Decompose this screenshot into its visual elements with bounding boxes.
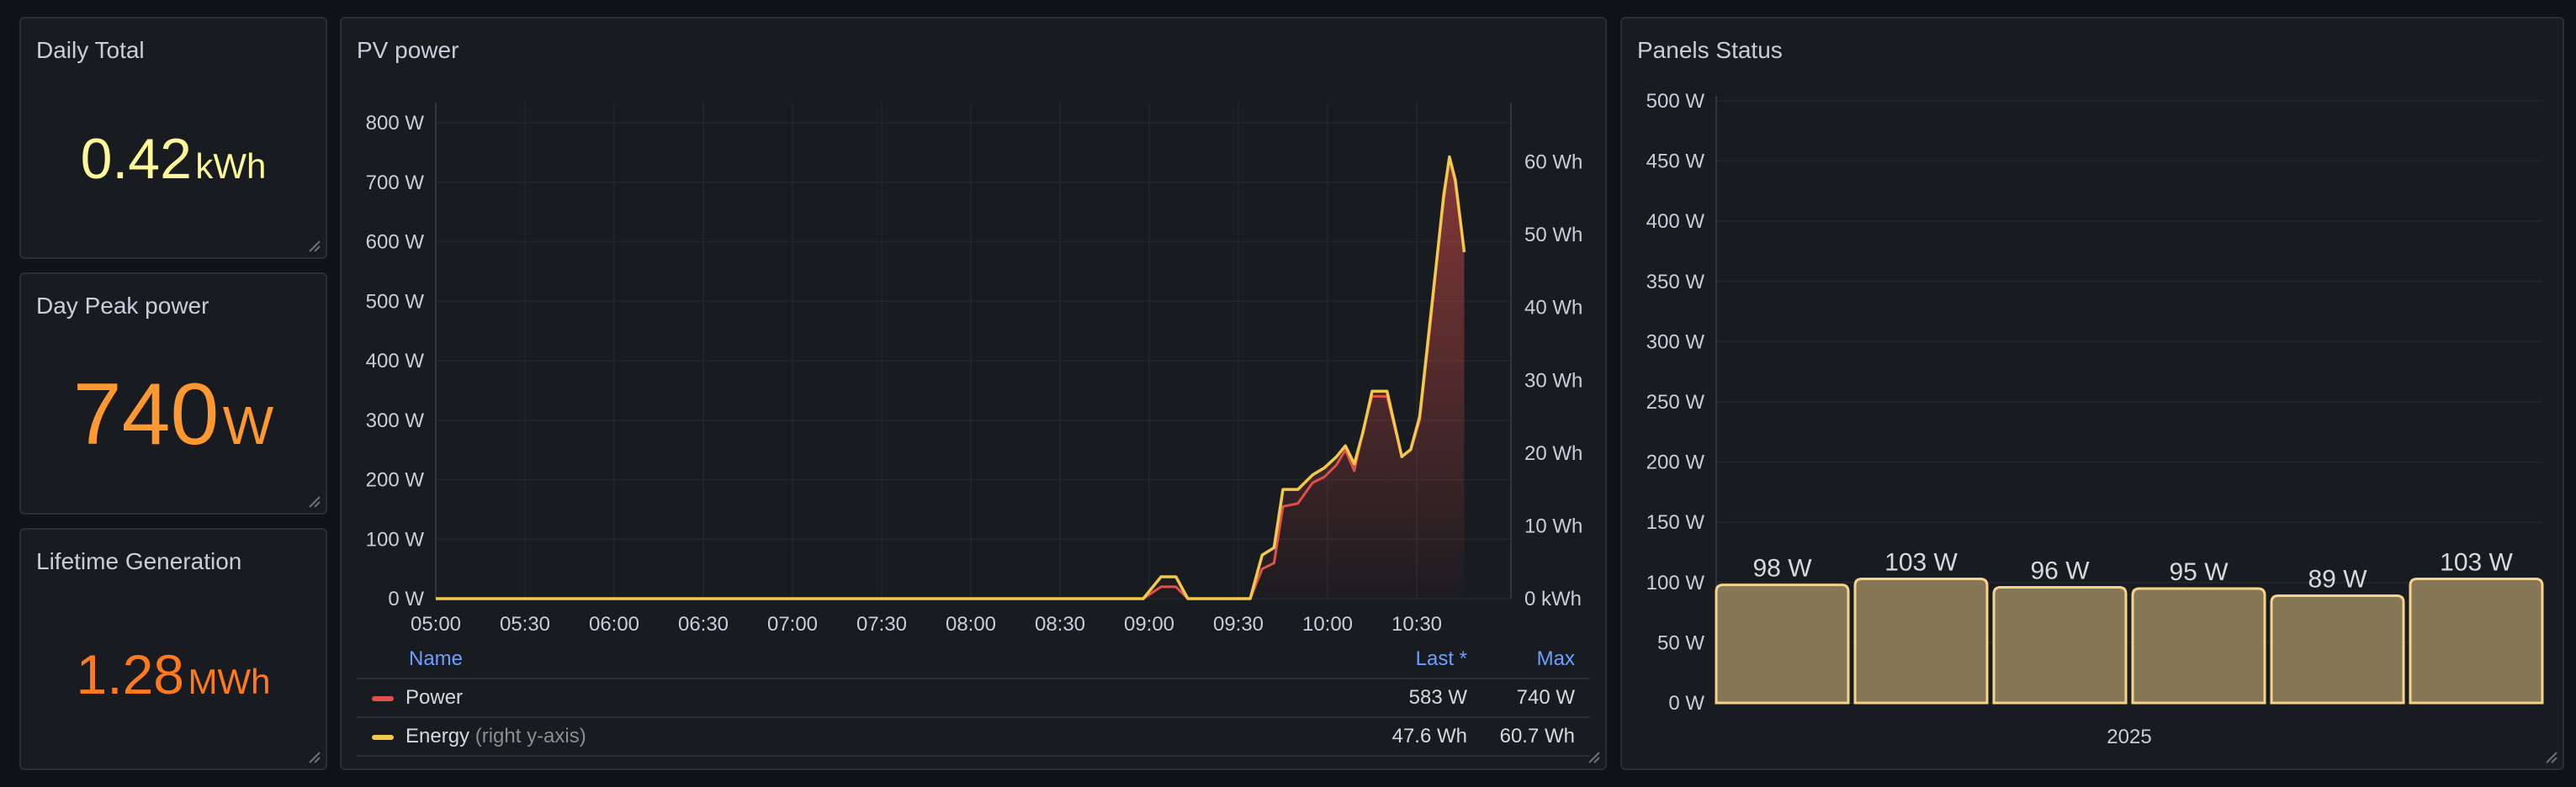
x-tick-label: 08:00 [946, 613, 996, 636]
y-tick-label: 150 W [1646, 511, 1705, 534]
y-left-tick-label: 200 W [366, 469, 425, 492]
y-tick-label: 50 W [1657, 631, 1704, 654]
legend-header-max[interactable]: Max [1537, 647, 1575, 671]
resize-handle-icon[interactable] [1585, 748, 1600, 763]
legend-power-name: Power [372, 686, 463, 710]
y-left-tick-label: 400 W [366, 350, 425, 372]
bar-value-label: 98 W [1752, 555, 1812, 583]
bar-value-label: 89 W [2308, 566, 2367, 594]
pv-power-panel[interactable]: PV power 0 W 100 W 200 W 300 W 400 W 500 W 600… [340, 17, 1607, 770]
panels-status-panel[interactable]: Panels Status 0 W 50 W 100 W 150 W 200 W 250 … [1620, 17, 2564, 770]
y-right-tick-label: 30 Wh [1524, 369, 1582, 392]
bar-value-label: 103 W [2440, 549, 2513, 577]
x-tick-label: 06:30 [678, 613, 729, 636]
y-left-tick-label: 700 W [366, 172, 425, 194]
day-peak-power-unit: W [222, 395, 274, 456]
y-tick-label: 100 W [1646, 572, 1705, 594]
y-left-tick-label: 300 W [366, 409, 425, 432]
panel-bar [2409, 578, 2544, 705]
power-area-fill [436, 156, 1465, 599]
y-right-tick-label: 20 Wh [1524, 442, 1582, 465]
x-tick-label: 09:30 [1213, 613, 1264, 636]
legend-header-last[interactable]: Last * [1416, 647, 1467, 671]
y-left-tick-label: 600 W [366, 231, 425, 254]
y-tick-label: 400 W [1646, 210, 1705, 233]
daily-total-number: 0.42 [80, 127, 192, 191]
y-tick-label: 200 W [1646, 452, 1705, 474]
legend-energy-last: 47.6 Wh [1391, 725, 1467, 747]
daily-total-title: Daily Total [36, 37, 145, 63]
y-right-tick-label: 40 Wh [1524, 297, 1582, 320]
bar-value-label: 96 W [2030, 557, 2090, 585]
y-tick-label: 500 W [1646, 90, 1705, 113]
resize-handle-icon[interactable] [305, 748, 321, 763]
y-tick-label: 450 W [1646, 151, 1705, 173]
y-right-tick-label: 50 Wh [1524, 224, 1582, 246]
legend-row-power[interactable]: Power 583 W 740 W [357, 678, 1590, 718]
y-left-tick-label: 0 W [388, 588, 424, 610]
y-tick-label: 0 W [1668, 692, 1704, 715]
panel-bar [1715, 584, 1850, 705]
lifetime-generation-title: Lifetime Generation [36, 548, 242, 574]
daily-total-panel[interactable]: Daily Total 0.42 kWh [19, 17, 327, 259]
y-right-tick-label: 10 Wh [1524, 515, 1582, 537]
y-tick-label: 300 W [1646, 330, 1705, 353]
bar-value-label: 95 W [2169, 558, 2229, 586]
day-peak-power-title: Day Peak power [36, 293, 209, 319]
resize-handle-icon[interactable] [305, 237, 321, 252]
y-right-tick-label: 0 kWh [1524, 588, 1582, 610]
x-tick-label: 07:30 [856, 613, 907, 636]
daily-total-value: 0.42 kWh [21, 126, 326, 192]
y-tick-label: 250 W [1646, 391, 1705, 414]
lifetime-generation-panel[interactable]: Lifetime Generation 1.28 MWh [19, 528, 327, 770]
y-left-tick-label: 800 W [366, 112, 425, 135]
lifetime-generation-number: 1.28 [76, 643, 184, 705]
day-peak-power-value: 740 W [21, 365, 326, 465]
legend-energy-name: Energy (right y-axis) [372, 725, 586, 748]
x-tick-label: 08:30 [1035, 613, 1085, 636]
resize-handle-icon[interactable] [2542, 748, 2557, 763]
panel-bar [1853, 578, 1989, 705]
lifetime-generation-value: 1.28 MWh [21, 642, 326, 706]
x-tick-label: 09:00 [1124, 613, 1174, 636]
legend-energy-max: 60.7 Wh [1499, 725, 1575, 747]
legend-power-max: 740 W [1516, 686, 1575, 709]
power-swatch-icon [372, 695, 394, 701]
resize-handle-icon[interactable] [305, 493, 321, 508]
panels-status-chart[interactable]: 0 W 50 W 100 W 150 W 200 W 250 W 300 W 350 W 400… [1622, 18, 2563, 769]
x-tick-label: 07:00 [767, 613, 818, 636]
legend-row-energy[interactable]: Energy (right y-axis) 47.6 Wh 60.7 Wh [357, 716, 1590, 757]
pv-power-chart[interactable]: 0 W 100 W 200 W 300 W 400 W 500 W 600 W 700 W 80… [342, 18, 1605, 651]
x-category-label: 2025 [2107, 726, 2151, 748]
y-left-tick-label: 100 W [366, 528, 425, 551]
x-tick-label: 10:00 [1302, 613, 1353, 636]
x-tick-label: 05:00 [411, 613, 461, 636]
day-peak-power-number: 740 [72, 366, 220, 463]
y-left-tick-label: 500 W [366, 290, 425, 313]
y-right-tick-label: 60 Wh [1524, 151, 1582, 174]
legend-power-last: 583 W [1408, 686, 1467, 709]
x-tick-label: 10:30 [1391, 613, 1442, 636]
legend-header-name[interactable]: Name [409, 647, 463, 671]
panel-bar [2131, 587, 2266, 705]
bar-value-label: 103 W [1884, 549, 1958, 577]
daily-total-unit: kWh [195, 146, 267, 186]
energy-swatch-icon [372, 734, 394, 740]
legend-header: Name Last * Max [357, 642, 1590, 679]
panel-bar [2270, 594, 2405, 705]
panel-bar [1992, 586, 2128, 705]
x-tick-label: 06:00 [589, 613, 639, 636]
day-peak-power-panel[interactable]: Day Peak power 740 W [19, 272, 327, 515]
y-tick-label: 350 W [1646, 271, 1705, 293]
x-tick-label: 05:30 [500, 613, 550, 636]
lifetime-generation-unit: MWh [188, 662, 271, 701]
